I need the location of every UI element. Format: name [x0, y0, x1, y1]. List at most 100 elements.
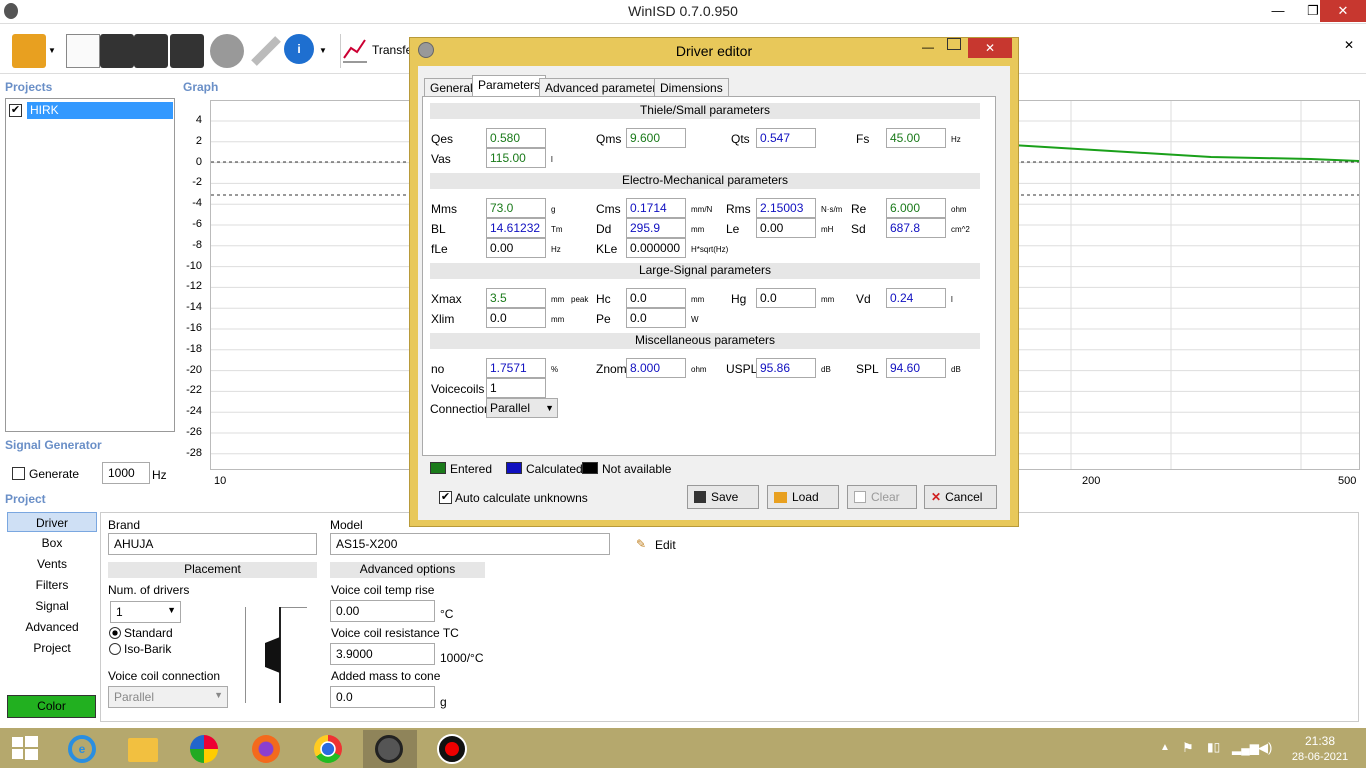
kle-input[interactable]: 0.000000 [626, 238, 686, 258]
flag-icon[interactable]: ⚑ [1182, 740, 1194, 756]
folder-icon [774, 492, 787, 503]
nav-box[interactable]: Box [7, 533, 97, 553]
standard-radio[interactable] [109, 627, 121, 639]
vc-temp-input[interactable]: 0.00 [330, 600, 435, 622]
vas-input[interactable]: 115.00 [486, 148, 546, 168]
winisd-task-icon[interactable] [363, 730, 417, 768]
tray-chevron-icon[interactable]: ▲ [1160, 742, 1170, 753]
xmax-input[interactable]: 3.5 [486, 288, 546, 308]
firefox-icon[interactable] [240, 730, 294, 768]
save-icon[interactable] [100, 34, 134, 68]
tab-advanced-parameters[interactable]: Advanced parameters [539, 78, 669, 97]
bl-input[interactable]: 14.61232 [486, 218, 546, 238]
chrome-icon[interactable] [302, 730, 356, 768]
fle-input[interactable]: 0.00 [486, 238, 546, 258]
connection-select[interactable]: Parallel ▼ [486, 398, 558, 418]
recorder-icon[interactable] [425, 730, 479, 768]
no-input[interactable]: 1.7571 [486, 358, 546, 378]
auto-calc-checkbox[interactable]: ✔ [439, 491, 452, 504]
isobarik-radio[interactable] [109, 643, 121, 655]
network-icon[interactable]: ▂▄▆ [1232, 741, 1259, 755]
vd-input[interactable]: 0.24 [886, 288, 946, 308]
num-drivers-value: 1 [116, 605, 123, 619]
nav-project[interactable]: Project [7, 638, 97, 658]
open-folder-icon[interactable] [12, 34, 46, 68]
transfer-chart-icon[interactable] [340, 34, 368, 68]
new-document-icon[interactable] [66, 34, 100, 68]
brand-field[interactable]: AHUJA [108, 533, 317, 555]
xlim-input[interactable]: 0.0 [486, 308, 546, 328]
nav-driver[interactable]: Driver [7, 512, 97, 532]
project-item-hirk[interactable]: HIRK [27, 102, 173, 119]
model-label: Model [330, 518, 363, 532]
qts-input[interactable]: 0.547 [756, 128, 816, 148]
qes-input[interactable]: 0.580 [486, 128, 546, 148]
nav-signal[interactable]: Signal [7, 596, 97, 616]
dd-input[interactable]: 295.9 [626, 218, 686, 238]
rms-input[interactable]: 2.15003 [756, 198, 816, 218]
windows-start-icon[interactable] [12, 736, 38, 760]
pe-input[interactable]: 0.0 [626, 308, 686, 328]
dialog-maximize-button[interactable] [947, 38, 961, 50]
le-input[interactable]: 0.00 [756, 218, 816, 238]
vd-unit: l [951, 295, 953, 304]
dialog-minimize-button[interactable]: — [922, 40, 934, 54]
nav-vents[interactable]: Vents [7, 554, 97, 574]
vc-res-input[interactable]: 3.9000 [330, 643, 435, 665]
transfer-label[interactable]: Transfe [372, 43, 412, 57]
mms-input[interactable]: 73.0 [486, 198, 546, 218]
tab-dimensions[interactable]: Dimensions [654, 78, 729, 97]
cancel-icon: ✕ [931, 490, 942, 504]
znom-input[interactable]: 8.000 [626, 358, 686, 378]
close-button[interactable]: ✕ [1320, 0, 1366, 22]
clock-date[interactable]: 28-06-2021 [1285, 751, 1355, 763]
added-mass-input[interactable]: 0.0 [330, 686, 435, 708]
chevron-down-icon[interactable]: ▼ [48, 46, 56, 55]
electro-mechanical-header: Electro-Mechanical parameters [430, 173, 980, 189]
model-field[interactable]: AS15-X200 [330, 533, 610, 555]
volume-icon[interactable]: ◀) [1258, 740, 1272, 756]
save-as-icon[interactable] [134, 34, 168, 68]
y-tick-label: -12 [186, 280, 202, 293]
nav-advanced[interactable]: Advanced [7, 617, 97, 637]
frequency-input[interactable]: 1000 [102, 462, 150, 484]
uspl-input[interactable]: 95.86 [756, 358, 816, 378]
voicecoils-input[interactable]: 1 [486, 378, 546, 398]
load-button[interactable]: Load [767, 485, 839, 509]
fs-input[interactable]: 45.00 [886, 128, 946, 148]
edit-button[interactable]: Edit [655, 538, 676, 552]
cms-input[interactable]: 0.1714 [626, 198, 686, 218]
rms-unit: N·s/m [821, 205, 843, 214]
spl-input[interactable]: 94.60 [886, 358, 946, 378]
clock-time[interactable]: 21:38 [1290, 734, 1350, 748]
chevron-down-icon[interactable]: ▼ [319, 46, 327, 55]
hc-input[interactable]: 0.0 [626, 288, 686, 308]
re-input[interactable]: 6.000 [886, 198, 946, 218]
num-drivers-select[interactable]: 1 ▼ [110, 601, 181, 623]
num-drivers-label: Num. of drivers [108, 583, 190, 597]
save-button[interactable]: Save [687, 485, 759, 509]
hg-input[interactable]: 0.0 [756, 288, 816, 308]
info-icon[interactable]: i [284, 34, 314, 64]
chart-app-icon[interactable] [178, 730, 232, 768]
tab-general[interactable]: General [424, 78, 479, 97]
nav-filters[interactable]: Filters [7, 575, 97, 595]
file-explorer-icon[interactable] [116, 730, 170, 768]
cancel-button[interactable]: ✕ Cancel [924, 485, 997, 509]
project-heading: Project [5, 492, 46, 506]
color-button[interactable]: Color [7, 695, 96, 718]
sd-input[interactable]: 687.8 [886, 218, 946, 238]
qms-input[interactable]: 9.600 [626, 128, 686, 148]
project-checkbox[interactable]: ✔ [9, 104, 22, 117]
le-label: Le [726, 222, 740, 236]
save-all-icon[interactable] [170, 34, 204, 68]
generate-checkbox[interactable] [12, 467, 25, 480]
edit-icon[interactable]: ✎ [636, 537, 646, 551]
no-label: no [431, 362, 445, 376]
tab-parameters[interactable]: Parameters [472, 75, 547, 97]
internet-explorer-icon[interactable]: e [56, 730, 110, 768]
toolbar-close-icon[interactable]: ✕ [1344, 38, 1354, 52]
speaker-icon[interactable] [210, 34, 244, 68]
dialog-close-button[interactable]: ✕ [968, 38, 1012, 58]
battery-icon[interactable]: ▮▯ [1207, 740, 1220, 754]
